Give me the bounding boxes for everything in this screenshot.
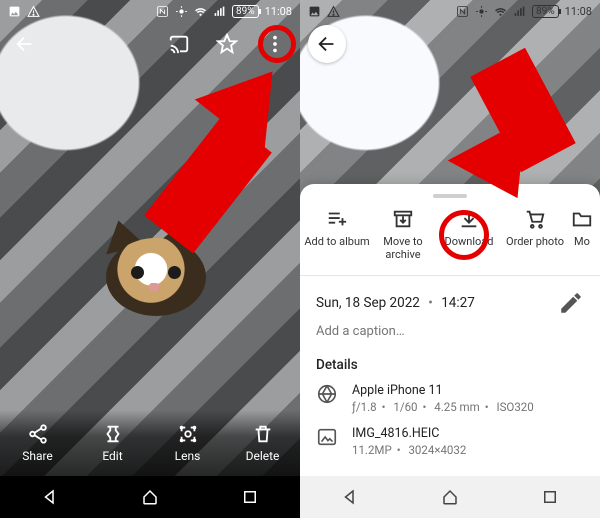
nav-bar: [0, 476, 300, 518]
battery-indicator: 89%: [532, 5, 559, 18]
clock: 11:08: [565, 5, 592, 18]
wifi-icon: [194, 5, 207, 18]
details-heading: Details: [316, 357, 584, 373]
delete-button[interactable]: Delete: [225, 410, 300, 476]
details-section: Details Apple iPhone 11 ƒ/1.8 1/60 4.25 …: [300, 357, 600, 457]
back-button[interactable]: [308, 25, 346, 63]
nav-recent[interactable]: [233, 480, 267, 514]
edit-button[interactable]: Edit: [75, 410, 150, 476]
camera-name: Apple iPhone 11: [352, 383, 534, 398]
nav-recent[interactable]: [533, 480, 567, 514]
wifi-icon: [494, 5, 507, 18]
edit-icon: [102, 423, 124, 445]
home-outline-icon: [441, 488, 459, 506]
share-label: Share: [22, 449, 53, 463]
nfc-icon: [156, 5, 169, 18]
nav-bar: [300, 476, 600, 518]
file-name: IMG_4816.HEIC: [352, 426, 466, 441]
square-icon: [541, 488, 559, 506]
nav-home[interactable]: [133, 480, 167, 514]
add-to-album-button[interactable]: Add to album: [304, 208, 370, 261]
battery-indicator: 89%: [232, 5, 259, 18]
arrow-left-icon: [316, 33, 338, 55]
lens-icon: [177, 423, 199, 445]
nav-back[interactable]: [333, 480, 367, 514]
warning-icon: [327, 5, 340, 18]
edit-label: Edit: [102, 449, 122, 463]
triangle-back-icon: [341, 488, 359, 506]
photo-meta: Sun, 18 Sep 2022 14:27 Add a caption…: [300, 290, 600, 339]
viewer-actions: Share Edit Lens Delete: [0, 410, 300, 476]
playlist-add-icon: [326, 208, 348, 230]
caption-input[interactable]: Add a caption…: [316, 324, 584, 339]
action-label: Move toarchive: [383, 236, 422, 261]
signal-icon: [513, 5, 526, 18]
camera-details: Apple iPhone 11 ƒ/1.8 1/60 4.25 mm ISO32…: [316, 383, 584, 414]
arrow-left-icon: [14, 33, 36, 55]
pencil-icon: [558, 290, 584, 316]
cast-icon: [168, 33, 190, 55]
image-icon: [8, 5, 21, 18]
signal-icon: [213, 5, 226, 18]
edit-datetime-button[interactable]: [558, 290, 584, 316]
share-icon: [27, 423, 49, 445]
photo-datetime: Sun, 18 Sep 2022 14:27: [316, 295, 475, 311]
trash-icon: [252, 423, 274, 445]
lens-label: Lens: [175, 449, 201, 463]
aperture-icon: [316, 383, 338, 405]
image-icon: [316, 426, 338, 448]
square-icon: [241, 488, 259, 506]
triangle-back-icon: [41, 488, 59, 506]
status-bar: 89% 11:08: [0, 0, 300, 22]
warning-icon: [27, 5, 40, 18]
share-button[interactable]: Share: [0, 410, 75, 476]
back-button[interactable]: [8, 27, 42, 61]
nfc-icon: [456, 5, 469, 18]
status-bar: 89% 11:08: [300, 0, 600, 22]
file-details: IMG_4816.HEIC 11.2MP 3024×4032: [316, 426, 584, 457]
archive-icon: [392, 208, 414, 230]
archive-button[interactable]: Move toarchive: [370, 208, 436, 261]
home-outline-icon: [141, 488, 159, 506]
lens-button[interactable]: Lens: [150, 410, 225, 476]
annotation-arrow: [440, 50, 600, 220]
delete-label: Delete: [246, 449, 280, 463]
camera-specs: ƒ/1.8 1/60 4.25 mm ISO320: [352, 400, 534, 414]
location-icon: [475, 5, 488, 18]
cast-button[interactable]: [162, 27, 196, 61]
clock: 11:08: [265, 5, 292, 18]
divider: [300, 275, 600, 276]
bottom-sheet[interactable]: Add to album Move toarchive Download Ord…: [300, 184, 600, 476]
action-label: Order photo: [506, 236, 564, 249]
phone-sheet: 89% 11:08 Add to album Move toarchive: [300, 0, 600, 518]
nav-back[interactable]: [33, 480, 67, 514]
location-icon: [175, 5, 188, 18]
action-label: Add to album: [304, 236, 369, 249]
annotation-arrow: [135, 70, 275, 250]
nav-home[interactable]: [433, 480, 467, 514]
phone-viewer: 89% 11:08 Share: [0, 0, 300, 518]
action-label: Mo: [574, 236, 590, 249]
image-icon: [308, 5, 321, 18]
file-specs: 11.2MP 3024×4032: [352, 443, 466, 457]
annotation-circle: [258, 25, 296, 63]
